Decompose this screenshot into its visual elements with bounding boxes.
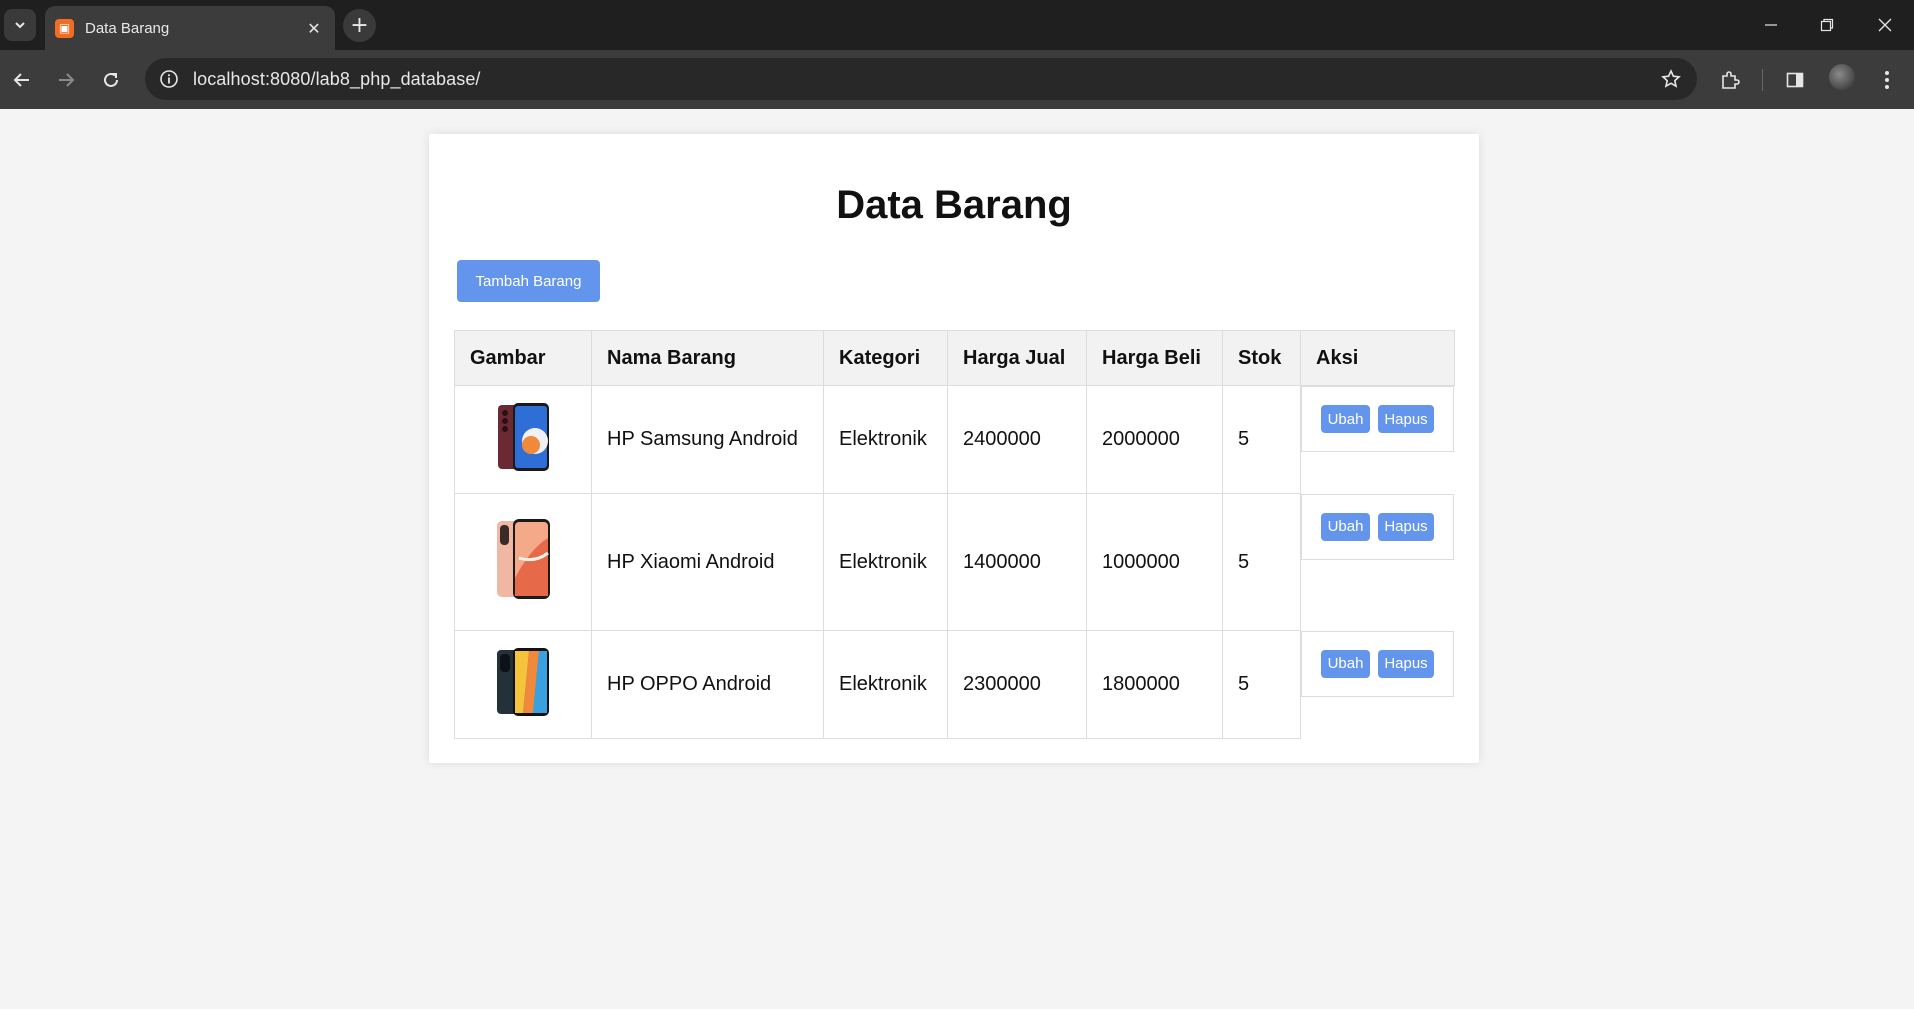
action-group: Ubah Hapus xyxy=(1301,493,1454,560)
minimize-button[interactable] xyxy=(1743,0,1799,50)
url-text: localhost:8080/lab8_php_database/ xyxy=(193,68,481,89)
toolbar-divider xyxy=(1762,69,1763,91)
cell-aksi: Ubah Hapus xyxy=(1301,493,1454,631)
action-group: Ubah Hapus xyxy=(1301,386,1454,452)
cell-kategori: Elektronik xyxy=(823,630,948,739)
restore-icon xyxy=(1820,18,1834,32)
address-bar[interactable]: localhost:8080/lab8_php_database/ xyxy=(145,58,1697,100)
header-stok: Stok xyxy=(1222,330,1301,386)
bookmark-star-icon[interactable] xyxy=(1651,59,1691,99)
side-panel-button[interactable] xyxy=(1778,63,1812,97)
xiaomi-phone-image xyxy=(495,518,551,600)
arrow-left-icon xyxy=(13,73,29,87)
image-cell xyxy=(454,493,592,631)
forward-button[interactable] xyxy=(49,63,83,97)
cell-harga-beli: 2000000 xyxy=(1086,385,1223,494)
more-vertical-icon xyxy=(1885,71,1889,89)
restore-button[interactable] xyxy=(1799,0,1855,50)
browser-menu-button[interactable] xyxy=(1870,63,1904,97)
content-card: Data Barang Tambah Barang Gambar Nama Ba… xyxy=(429,134,1479,763)
table-row: HP Xiaomi Android Elektronik 1400000 100… xyxy=(454,493,1454,631)
add-item-button[interactable]: Tambah Barang xyxy=(457,260,600,302)
cell-nama-barang: HP Xiaomi Android xyxy=(591,493,824,631)
cell-nama-barang: HP Samsung Android xyxy=(591,385,824,494)
table-row: HP Samsung Android Elektronik 2400000 20… xyxy=(454,385,1454,494)
delete-button[interactable]: Hapus xyxy=(1378,512,1434,541)
tab-bar: ▣ Data Barang ✕ + xyxy=(0,0,1914,50)
header-kategori: Kategori xyxy=(823,330,948,386)
close-icon xyxy=(1878,18,1892,32)
cell-harga-jual: 2300000 xyxy=(947,630,1087,739)
extensions-button[interactable] xyxy=(1713,63,1747,97)
tab-title: Data Barang xyxy=(85,19,170,37)
browser-toolbar: localhost:8080/lab8_php_database/ xyxy=(0,50,1914,109)
image-cell xyxy=(454,630,592,739)
page-title: Data Barang xyxy=(836,183,1072,227)
header-nama-barang: Nama Barang xyxy=(591,330,824,386)
xampp-icon: ▣ xyxy=(55,18,74,38)
cell-kategori: Elektronik xyxy=(823,385,948,494)
minimize-icon xyxy=(1765,24,1777,26)
side-panel-icon xyxy=(1786,72,1804,88)
cell-stok: 5 xyxy=(1222,630,1301,739)
image-cell xyxy=(454,385,592,494)
header-harga-beli: Harga Beli xyxy=(1086,330,1223,386)
cell-aksi: Ubah Hapus xyxy=(1301,630,1454,739)
header-aksi: Aksi xyxy=(1300,330,1455,386)
header-gambar: Gambar xyxy=(454,330,592,386)
new-tab-button[interactable]: + xyxy=(343,9,376,42)
chevron-down-icon xyxy=(15,22,25,29)
table-row: HP OPPO Android Elektronik 2300000 18000… xyxy=(454,630,1454,739)
puzzle-icon xyxy=(1722,71,1740,89)
close-window-button[interactable] xyxy=(1857,0,1913,50)
data-table: Gambar Nama Barang Kategori Harga Jual H… xyxy=(454,330,1455,739)
cell-harga-jual: 1400000 xyxy=(947,493,1087,631)
browser-tab[interactable]: ▣ Data Barang ✕ xyxy=(45,6,335,50)
edit-button[interactable]: Ubah xyxy=(1321,649,1370,678)
table-header-row: Gambar Nama Barang Kategori Harga Jual H… xyxy=(454,330,1455,386)
arrow-right-icon xyxy=(59,73,75,87)
cell-nama-barang: HP OPPO Android xyxy=(591,630,824,739)
tab-search-button[interactable] xyxy=(4,9,36,41)
oppo-phone-image xyxy=(495,646,551,718)
cell-stok: 5 xyxy=(1222,385,1301,494)
delete-button[interactable]: Hapus xyxy=(1378,405,1434,433)
edit-button[interactable]: Ubah xyxy=(1321,405,1370,433)
reload-icon xyxy=(104,72,118,87)
action-group: Ubah Hapus xyxy=(1301,630,1454,697)
cell-stok: 5 xyxy=(1222,493,1301,631)
cell-harga-jual: 2400000 xyxy=(947,385,1087,494)
tab-close-icon[interactable]: ✕ xyxy=(301,15,327,41)
cell-kategori: Elektronik xyxy=(823,493,948,631)
cell-harga-beli: 1800000 xyxy=(1086,630,1223,739)
site-info-icon[interactable] xyxy=(157,67,181,91)
edit-button[interactable]: Ubah xyxy=(1321,512,1370,541)
cell-harga-beli: 1000000 xyxy=(1086,493,1223,631)
cell-aksi: Ubah Hapus xyxy=(1301,386,1454,494)
reload-button[interactable] xyxy=(94,63,128,97)
header-harga-jual: Harga Jual xyxy=(947,330,1087,386)
back-button[interactable] xyxy=(5,63,39,97)
profile-avatar[interactable] xyxy=(1829,64,1855,90)
delete-button[interactable]: Hapus xyxy=(1378,649,1434,678)
samsung-phone-image xyxy=(495,401,551,473)
